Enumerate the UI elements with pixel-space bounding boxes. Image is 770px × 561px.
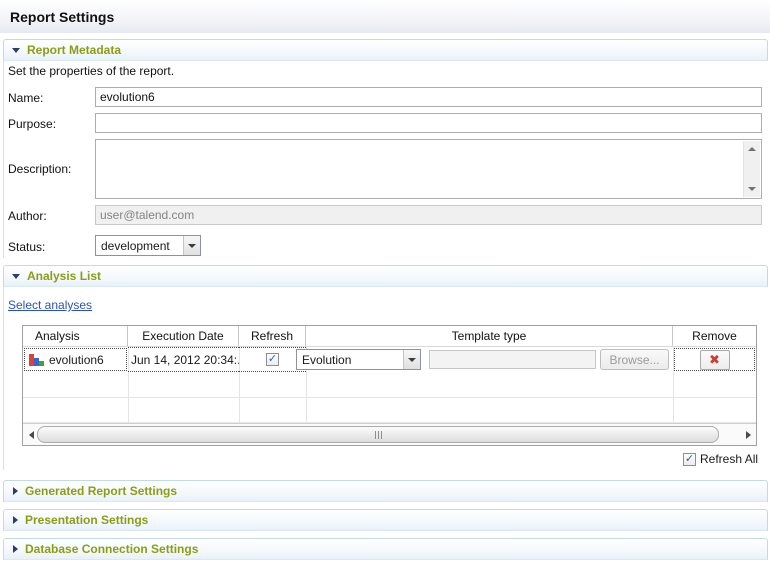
report-settings-editor: Report Settings Report Metadata Set the …: [0, 0, 770, 561]
template-type-value: Evolution: [297, 353, 403, 367]
select-analyses-link[interactable]: Select analyses: [8, 298, 92, 312]
scrollbar-thumb[interactable]: [37, 426, 719, 443]
table-row-analysis-cell[interactable]: evolution6: [23, 347, 128, 372]
purpose-input[interactable]: [95, 113, 762, 133]
scroll-right-icon[interactable]: [740, 424, 756, 446]
table-row-execution-date-cell[interactable]: Jun 14, 2012 20:34:...: [128, 347, 239, 372]
expand-arrow-icon[interactable]: [13, 516, 18, 524]
purpose-label: Purpose:: [8, 117, 56, 131]
table-horizontal-scrollbar[interactable]: [23, 423, 756, 445]
author-label: Author:: [8, 209, 47, 223]
template-path-input[interactable]: [429, 350, 596, 369]
description-label: Description:: [8, 162, 71, 176]
collapse-arrow-icon[interactable]: [12, 274, 20, 279]
author-input: [95, 205, 762, 225]
column-header-refresh[interactable]: Refresh: [239, 326, 306, 346]
analysis-name: evolution6: [49, 353, 104, 367]
grid-line: [23, 397, 756, 398]
template-type-combobox[interactable]: Evolution: [296, 349, 421, 370]
section-title-report-metadata: Report Metadata: [27, 43, 121, 57]
status-label: Status:: [8, 240, 45, 254]
scroll-up-icon[interactable]: [744, 141, 760, 157]
section-title-generated-report-settings: Generated Report Settings: [25, 484, 177, 498]
column-header-template-type[interactable]: Template type: [306, 326, 673, 346]
name-input[interactable]: [95, 87, 762, 107]
section-header-presentation-settings[interactable]: Presentation Settings: [3, 509, 768, 531]
refresh-all-control: ✓ Refresh All: [683, 452, 758, 466]
column-header-execution-date[interactable]: Execution Date: [128, 326, 239, 346]
section-title-presentation-settings: Presentation Settings: [25, 513, 148, 527]
description-vertical-scrollbar[interactable]: [743, 141, 760, 197]
expand-arrow-icon[interactable]: [13, 545, 18, 553]
table-row-remove-cell[interactable]: ✖: [673, 347, 756, 372]
section-header-generated-report-settings[interactable]: Generated Report Settings: [3, 480, 768, 502]
dropdown-arrow-icon[interactable]: [183, 236, 200, 255]
browse-button: Browse...: [600, 349, 669, 370]
section-header-analysis-list[interactable]: Analysis List: [3, 265, 768, 287]
section-title-analysis-list: Analysis List: [27, 269, 101, 283]
refresh-all-label: Refresh All: [700, 452, 758, 466]
section-header-report-metadata[interactable]: Report Metadata: [3, 39, 768, 61]
name-label: Name:: [8, 91, 43, 105]
refresh-checkbox[interactable]: ✓: [266, 353, 279, 366]
section-left-border: [3, 287, 4, 470]
expand-arrow-icon[interactable]: [13, 487, 18, 495]
section-description: Set the properties of the report.: [8, 64, 174, 78]
section-header-database-connection-settings[interactable]: Database Connection Settings: [3, 538, 768, 560]
section-title-database-connection-settings: Database Connection Settings: [25, 542, 198, 556]
column-header-analysis[interactable]: Analysis: [23, 326, 128, 346]
page-title: Report Settings: [10, 9, 114, 25]
column-header-remove[interactable]: Remove: [673, 326, 756, 346]
analysis-table: Analysis Execution Date Refresh Template…: [22, 325, 757, 446]
collapse-arrow-icon[interactable]: [12, 48, 20, 53]
page-header: Report Settings: [0, 0, 770, 33]
refresh-all-checkbox[interactable]: ✓: [683, 453, 696, 466]
status-combobox[interactable]: development: [95, 235, 201, 256]
scroll-down-icon[interactable]: [744, 181, 760, 197]
section-left-border: [3, 61, 4, 258]
remove-x-icon[interactable]: ✖: [700, 350, 730, 370]
description-textarea[interactable]: [95, 139, 762, 199]
status-value: development: [96, 239, 183, 253]
dropdown-arrow-icon[interactable]: [403, 350, 420, 369]
bar-chart-icon: [29, 353, 44, 366]
